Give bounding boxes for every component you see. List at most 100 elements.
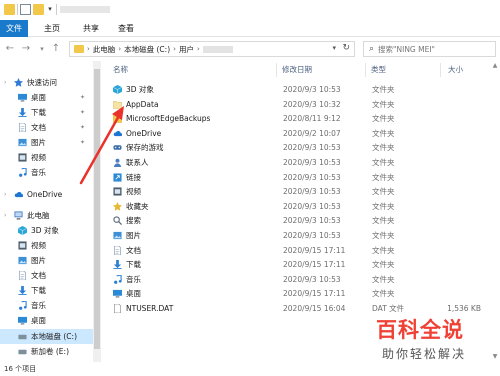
- nav-item[interactable]: 桌面: [0, 313, 93, 328]
- nav-scrollbar[interactable]: [93, 61, 101, 362]
- nav-item[interactable]: 视频: [0, 150, 93, 165]
- file-row[interactable]: 联系人 2020/9/3 10:53 文件夹: [113, 157, 473, 169]
- file-row[interactable]: 收藏夹 2020/9/3 10:53 文件夹: [113, 201, 473, 213]
- file-type: 文件夹: [372, 85, 395, 94]
- divider: [56, 4, 57, 15]
- column-divider[interactable]: [365, 63, 366, 77]
- file-row[interactable]: 文档 2020/9/15 17:11 文件夹: [113, 245, 473, 257]
- nav-item[interactable]: 桌面 ✦: [0, 90, 93, 105]
- nav-item-label: 图片: [31, 256, 46, 265]
- file-name: 联系人: [126, 158, 149, 167]
- chevron-right-icon[interactable]: ›: [87, 45, 90, 53]
- up-arrow-icon[interactable]: ↑: [50, 42, 62, 56]
- file-row[interactable]: 音乐 2020/9/3 10:53 文件夹: [113, 274, 473, 286]
- column-divider[interactable]: [440, 63, 441, 77]
- nav-item[interactable]: 文档 ✦: [0, 120, 93, 135]
- file-row[interactable]: MicrosoftEdgeBackups 2020/8/11 9:12 文件夹: [112, 113, 473, 125]
- folder-icon: [4, 4, 15, 15]
- search-box[interactable]: ⌕: [363, 41, 496, 57]
- file-name: NTUSER.DAT: [126, 304, 174, 313]
- nav-item[interactable]: 下载: [0, 283, 93, 298]
- file-name: 文档: [126, 245, 141, 255]
- expand-chevron-icon[interactable]: ›: [4, 212, 6, 219]
- nav-item[interactable]: 3D 对象: [0, 223, 93, 238]
- file-row[interactable]: 下载 2020/9/15 17:11 文件夹: [113, 259, 473, 271]
- back-arrow-icon[interactable]: ←: [4, 42, 16, 56]
- file-date: 2020/9/3 10:53: [283, 231, 341, 240]
- file-name: 图片: [126, 231, 141, 240]
- video-icon: [18, 241, 27, 250]
- breadcrumb-this-pc[interactable]: 此电脑: [93, 44, 116, 55]
- music-icon: [113, 274, 122, 284]
- scroll-up-icon[interactable]: ▲: [490, 61, 500, 71]
- folder-icon: [112, 114, 123, 123]
- new-folder-icon[interactable]: [33, 4, 44, 15]
- column-divider[interactable]: [276, 63, 277, 77]
- chevron-right-icon[interactable]: ›: [197, 45, 200, 53]
- folder-icon: [112, 100, 123, 109]
- refresh-icon[interactable]: ↻: [342, 43, 350, 53]
- document-icon: [18, 270, 27, 281]
- tab-share[interactable]: 共享: [75, 20, 107, 37]
- tab-home[interactable]: 主页: [36, 20, 68, 37]
- file-row[interactable]: 视频 2020/9/3 10:53 文件夹: [113, 186, 473, 198]
- nav-item[interactable]: 图片: [0, 253, 93, 268]
- address-dropdown-icon[interactable]: ▾: [332, 44, 336, 52]
- nav-item[interactable]: 图片 ✦: [0, 135, 93, 150]
- search-input[interactable]: [378, 44, 489, 54]
- column-header-name[interactable]: 名称: [113, 61, 128, 79]
- file-row[interactable]: 保存的游戏 2020/9/3 10:53 文件夹: [113, 142, 473, 154]
- file-row[interactable]: 搜索 2020/9/3 10:53 文件夹: [113, 215, 473, 227]
- column-header-type[interactable]: 类型: [371, 61, 386, 79]
- address-bar[interactable]: › 此电脑 › 本地磁盘 (C:) › 用户 › ▾ ↻: [69, 41, 355, 57]
- file-row[interactable]: 桌面 2020/9/15 17:11 文件夹: [113, 288, 473, 300]
- nav-item-label: 下载: [31, 286, 46, 295]
- recent-locations-chevron-icon[interactable]: ▾: [36, 42, 48, 56]
- picture-icon: [18, 256, 27, 265]
- nav-item-label: 图片: [31, 138, 46, 147]
- nav-item-label: 新加卷 (E:): [31, 347, 70, 356]
- chevron-right-icon[interactable]: ›: [118, 45, 121, 53]
- breadcrumb-users[interactable]: 用户: [179, 44, 194, 55]
- nav-item[interactable]: 音乐: [0, 165, 93, 180]
- link-icon: [113, 173, 122, 182]
- nav-item-label: 快速访问: [27, 78, 57, 87]
- nav-item[interactable]: › 此电脑: [0, 208, 93, 223]
- ribbon: 文件 主页 共享 查看: [0, 20, 500, 37]
- nav-item[interactable]: 本地磁盘 (C:): [0, 329, 93, 344]
- nav-item-label: 文档: [31, 123, 46, 132]
- file-row[interactable]: AppData 2020/9/3 10:32 文件夹: [112, 99, 473, 111]
- nav-item[interactable]: 文档: [0, 268, 93, 283]
- file-date: 2020/9/3 10:53: [283, 201, 341, 211]
- column-header-size[interactable]: 大小: [448, 61, 463, 79]
- tab-file[interactable]: 文件: [0, 20, 28, 37]
- nav-item[interactable]: 下载 ✦: [0, 105, 93, 120]
- file-name: 收藏夹: [126, 201, 149, 211]
- expand-chevron-icon[interactable]: ›: [4, 191, 6, 198]
- breadcrumb-local-disk[interactable]: 本地磁盘 (C:): [124, 44, 170, 55]
- nav-item[interactable]: › OneDrive: [0, 187, 93, 202]
- file-row[interactable]: 链接 2020/9/3 10:53 文件夹: [113, 172, 473, 184]
- file-date: 2020/8/11 9:12: [283, 114, 341, 124]
- nav-item[interactable]: 视频: [0, 238, 93, 253]
- item-count: 16 个项目: [4, 365, 37, 373]
- file-row[interactable]: 图片 2020/9/3 10:53 文件夹: [113, 230, 473, 242]
- file-row[interactable]: 3D 对象 2020/9/3 10:53 文件夹: [112, 84, 473, 96]
- file-row[interactable]: OneDrive 2020/9/2 10:07 文件夹: [113, 128, 473, 140]
- nav-scrollbar-thumb[interactable]: [94, 69, 100, 349]
- pin-icon: ✦: [79, 139, 85, 146]
- expand-chevron-icon[interactable]: ›: [4, 79, 6, 86]
- nav-item[interactable]: 新加卷 (E:): [0, 344, 93, 359]
- chevron-down-icon[interactable]: ▾: [46, 4, 54, 15]
- properties-icon[interactable]: [20, 4, 31, 15]
- navigation-pane: › 快速访问 桌面 ✦ 下载 ✦ 文档 ✦ 图片 ✦ 视频 音乐 › OneDrive › 此电脑 3D 对象视…: [0, 61, 93, 362]
- nav-item[interactable]: 音乐: [0, 298, 93, 313]
- nav-item[interactable]: › 快速访问: [0, 75, 93, 90]
- column-header-date[interactable]: 修改日期: [282, 61, 312, 79]
- forward-arrow-icon[interactable]: →: [20, 42, 32, 56]
- file-name: AppData: [126, 99, 159, 109]
- download-icon: [18, 286, 27, 295]
- chevron-right-icon[interactable]: ›: [173, 45, 176, 53]
- tab-view[interactable]: 查看: [110, 20, 142, 37]
- breadcrumb-user-redacted[interactable]: [202, 45, 233, 53]
